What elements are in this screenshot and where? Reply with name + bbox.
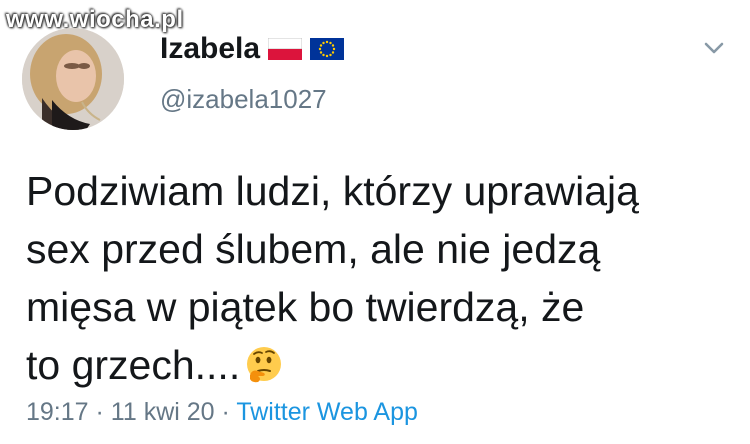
tweet-source-link[interactable]: Twitter Web App xyxy=(236,398,418,426)
display-name-row: Izabela xyxy=(160,30,345,68)
tweet-time[interactable]: 19:17 xyxy=(26,398,89,426)
thinking-face-icon xyxy=(244,342,284,383)
poland-flag-icon xyxy=(267,37,303,60)
avatar[interactable] xyxy=(22,28,124,130)
display-name[interactable]: Izabela xyxy=(160,32,260,66)
tweet-body: Podziwiam ludzi, którzy uprawiają sex pr… xyxy=(26,168,639,388)
meta-separator: · xyxy=(221,398,230,426)
chevron-down-icon[interactable] xyxy=(702,36,726,60)
tweet-date[interactable]: 11 kwi 20 xyxy=(111,398,215,426)
tweet-meta: 19:17 · 11 kwi 20 · Twitter Web App xyxy=(26,398,418,427)
tweet-card: www.wiocha.pl Izabela @izabela1027 Podzi… xyxy=(0,0,750,444)
eu-flag-icon xyxy=(310,38,345,60)
tweet-text: Podziwiam ludzi, którzy uprawiają sex pr… xyxy=(26,162,726,394)
avatar-image xyxy=(22,28,124,130)
watermark: www.wiocha.pl xyxy=(6,6,184,33)
meta-separator: · xyxy=(95,398,104,426)
user-handle[interactable]: @izabela1027 xyxy=(160,84,327,115)
